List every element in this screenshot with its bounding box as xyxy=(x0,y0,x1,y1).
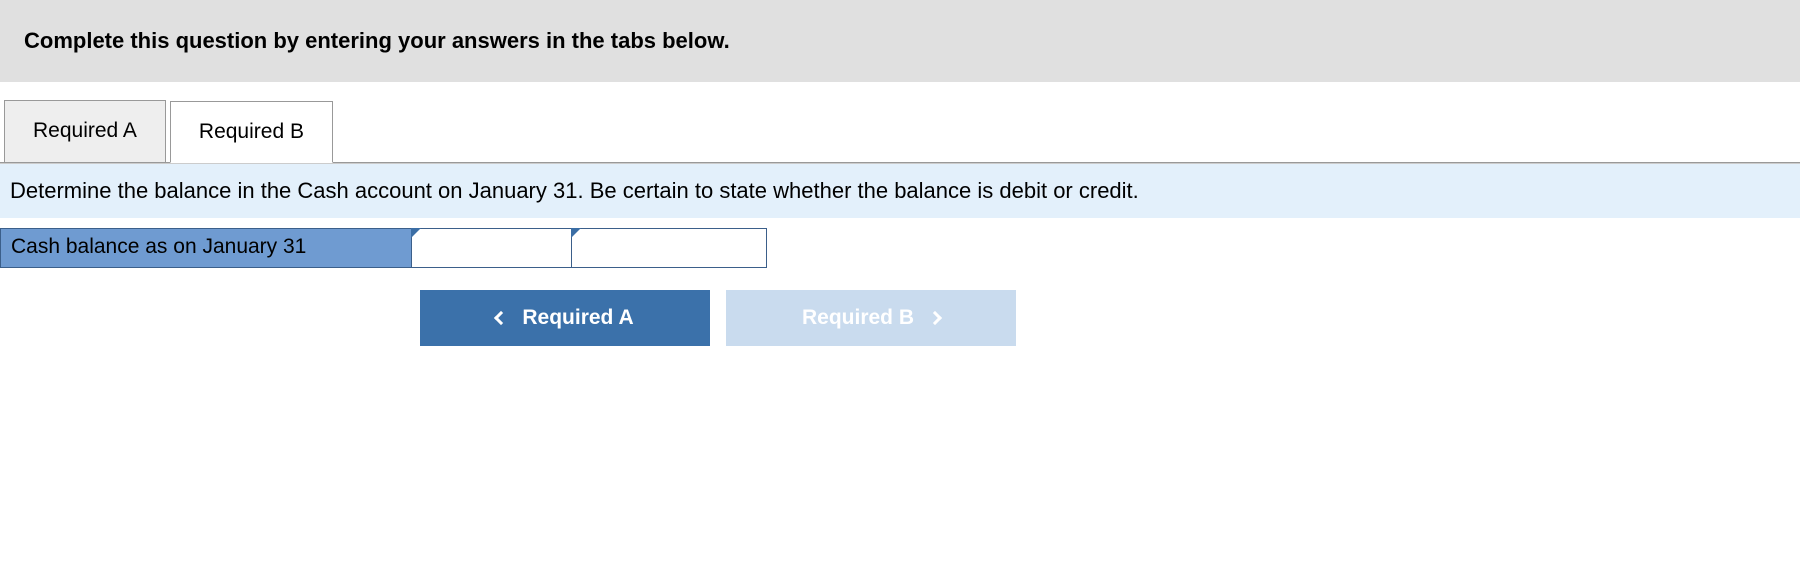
nav-row: Required A Required B xyxy=(420,290,1800,346)
answer-row-label: Cash balance as on January 31 xyxy=(0,228,412,268)
instruction-bar: Complete this question by entering your … xyxy=(0,0,1800,82)
tabs-row: Required A Required B xyxy=(0,100,1800,163)
prev-button-label: Required A xyxy=(522,306,633,330)
tab-required-a[interactable]: Required A xyxy=(4,100,166,162)
next-button[interactable]: Required B xyxy=(726,290,1016,346)
chevron-right-icon xyxy=(928,311,942,325)
question-text: Determine the balance in the Cash accoun… xyxy=(0,163,1800,218)
amount-input[interactable] xyxy=(412,228,572,268)
prev-button[interactable]: Required A xyxy=(420,290,710,346)
debit-credit-input[interactable] xyxy=(572,228,767,268)
next-button-label: Required B xyxy=(802,306,914,330)
chevron-left-icon xyxy=(494,311,508,325)
answer-row: Cash balance as on January 31 xyxy=(0,228,1800,268)
tab-required-b[interactable]: Required B xyxy=(170,101,333,163)
